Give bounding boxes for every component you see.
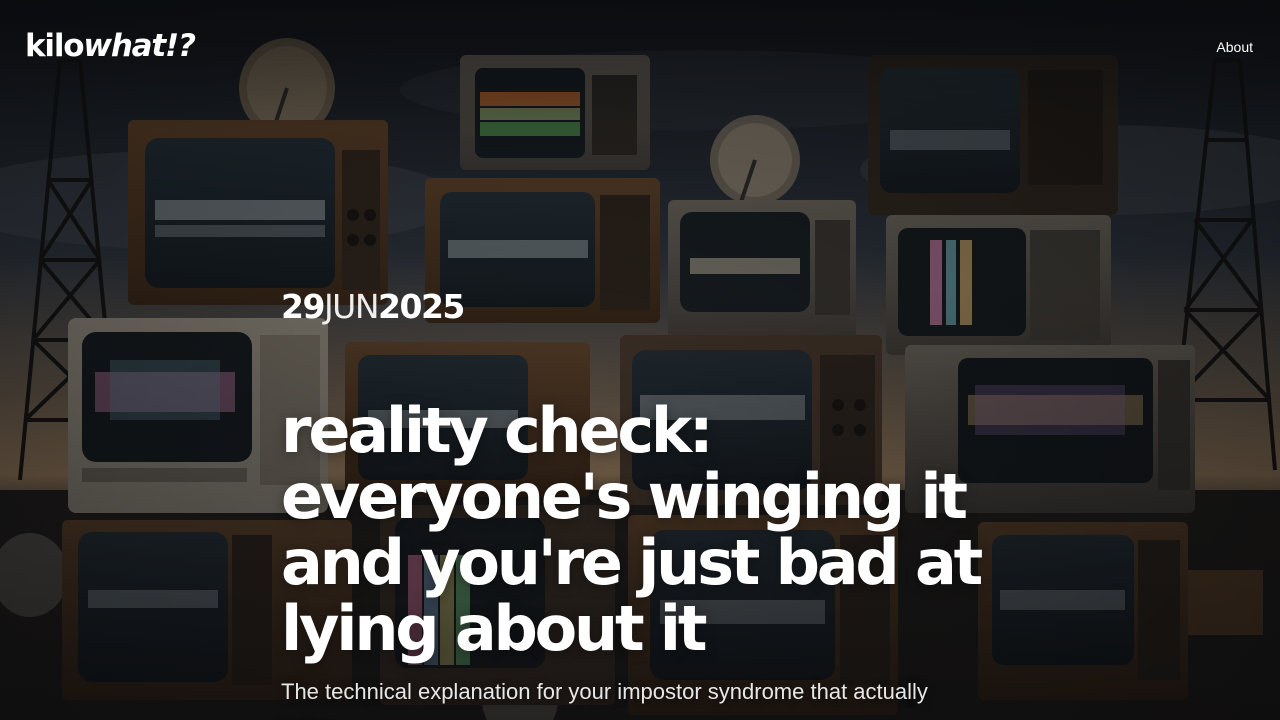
site-header: kilowhat!? About xyxy=(0,0,1280,96)
post-subtitle: The technical explanation for your impos… xyxy=(281,679,928,720)
post-title: reality check: everyone's winging it and… xyxy=(281,394,983,665)
post-hero: 29JUN2025 reality check: everyone's wing… xyxy=(281,286,1001,720)
post-date-month: JUN xyxy=(323,287,380,326)
post-date: 29JUN2025 xyxy=(281,286,1001,328)
nav-about-link[interactable]: About xyxy=(1216,37,1253,57)
post-date-year: 2025 xyxy=(378,287,465,326)
logo-text-italic: what!? xyxy=(83,28,196,64)
logo-text-plain: kilo xyxy=(25,28,85,64)
post-date-day: 29 xyxy=(281,287,325,326)
site-logo-link[interactable]: kilowhat!? xyxy=(25,26,196,66)
